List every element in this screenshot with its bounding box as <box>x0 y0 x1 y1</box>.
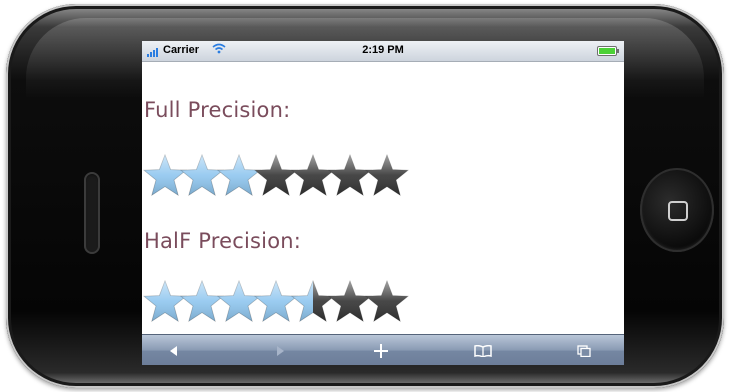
back-arrow-icon[interactable] <box>154 339 194 363</box>
status-time: 2:19 PM <box>362 44 404 56</box>
half-precision-label: HalF Precision: <box>144 229 302 253</box>
bookmarks-icon[interactable] <box>463 339 503 363</box>
status-bar: Carrier 2:19 PM <box>142 41 624 62</box>
forward-arrow-icon <box>260 339 300 363</box>
pages-icon[interactable] <box>564 339 604 363</box>
full-precision-label: Full Precision: <box>144 98 291 122</box>
home-button[interactable] <box>640 168 714 252</box>
web-page: Full Precision: HalF Precision: <box>142 62 624 334</box>
home-square-icon <box>668 201 688 221</box>
battery-level <box>599 48 615 54</box>
battery-icon <box>597 46 619 56</box>
screen: Carrier 2:19 PM Full Precision: HalF Pre… <box>142 41 624 365</box>
safari-toolbar <box>142 334 624 365</box>
star-icon[interactable] <box>364 153 410 199</box>
speaker-grille <box>84 172 100 254</box>
star-icon[interactable] <box>364 279 410 325</box>
plus-icon[interactable] <box>361 339 401 363</box>
